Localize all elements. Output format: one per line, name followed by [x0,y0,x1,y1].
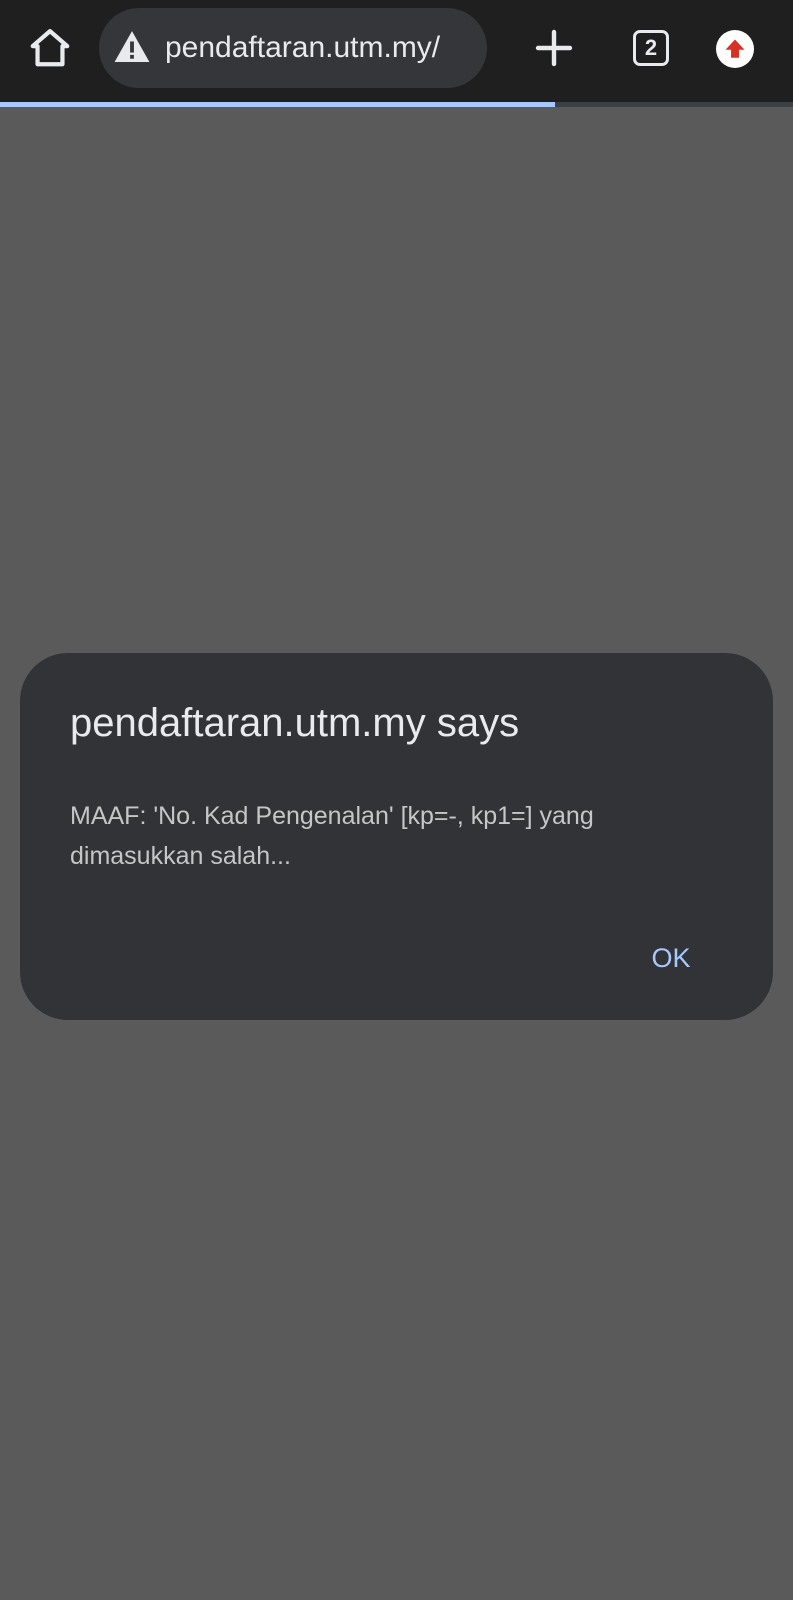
url-text[interactable]: pendaftaran.utm.my/ [165,8,440,88]
address-bar[interactable]: pendaftaran.utm.my/ [99,8,487,88]
tab-switcher-button[interactable]: 2 [633,30,669,66]
progress-fill [0,102,556,107]
dialog-message: MAAF: 'No. Kad Pengenalan' [kp=-, kp1=] … [70,802,594,870]
js-alert-dialog: pendaftaran.utm.my says MAAF: 'No. Kad P… [20,653,773,1020]
dialog-title: pendaftaran.utm.my says [70,701,520,745]
browser-toolbar: pendaftaran.utm.my/ 2 [0,0,793,102]
update-arrow-icon [725,39,745,58]
home-icon [30,29,70,67]
update-button[interactable] [716,30,754,68]
home-button[interactable] [22,20,78,76]
ok-button[interactable]: OK [624,928,718,988]
page-load-progress [0,102,793,107]
new-tab-button[interactable] [530,24,578,72]
warning-icon[interactable] [113,28,151,66]
